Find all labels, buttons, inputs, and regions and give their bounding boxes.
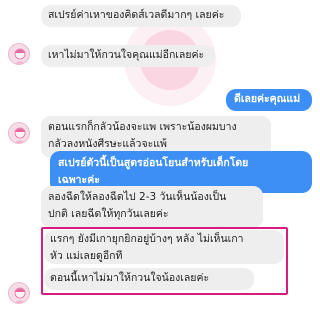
message-bubble-incoming: ลองฉีดให้ลองฉีดไป 2-3 วันเห็นน้องเป็น ปก… [41, 186, 263, 228]
message-bubble-incoming: สเปรย์ค่าเหาของคิดส์เวลดีมากๆ เลยค่ะ [41, 5, 241, 27]
girl-avatar-icon [8, 282, 30, 304]
message-bubble-outgoing: ดีเลยค่ะคุณแม่ [226, 89, 312, 111]
message-bubble-incoming: แรกๆ ยังมีเกายุกยิกอยู่บ้างๆ หลัง ไม่เห็… [44, 230, 284, 264]
message-bubble-incoming: ตอนนี้เหาไม่มาให้กวนใจน้องเลยค่ะ [44, 268, 254, 290]
girl-avatar-icon [8, 43, 30, 65]
message-bubble-incoming: เหาไม่มาให้กวนใจคุณแม่อีกเลยค่ะ [41, 45, 215, 67]
girl-avatar-icon [8, 122, 30, 144]
